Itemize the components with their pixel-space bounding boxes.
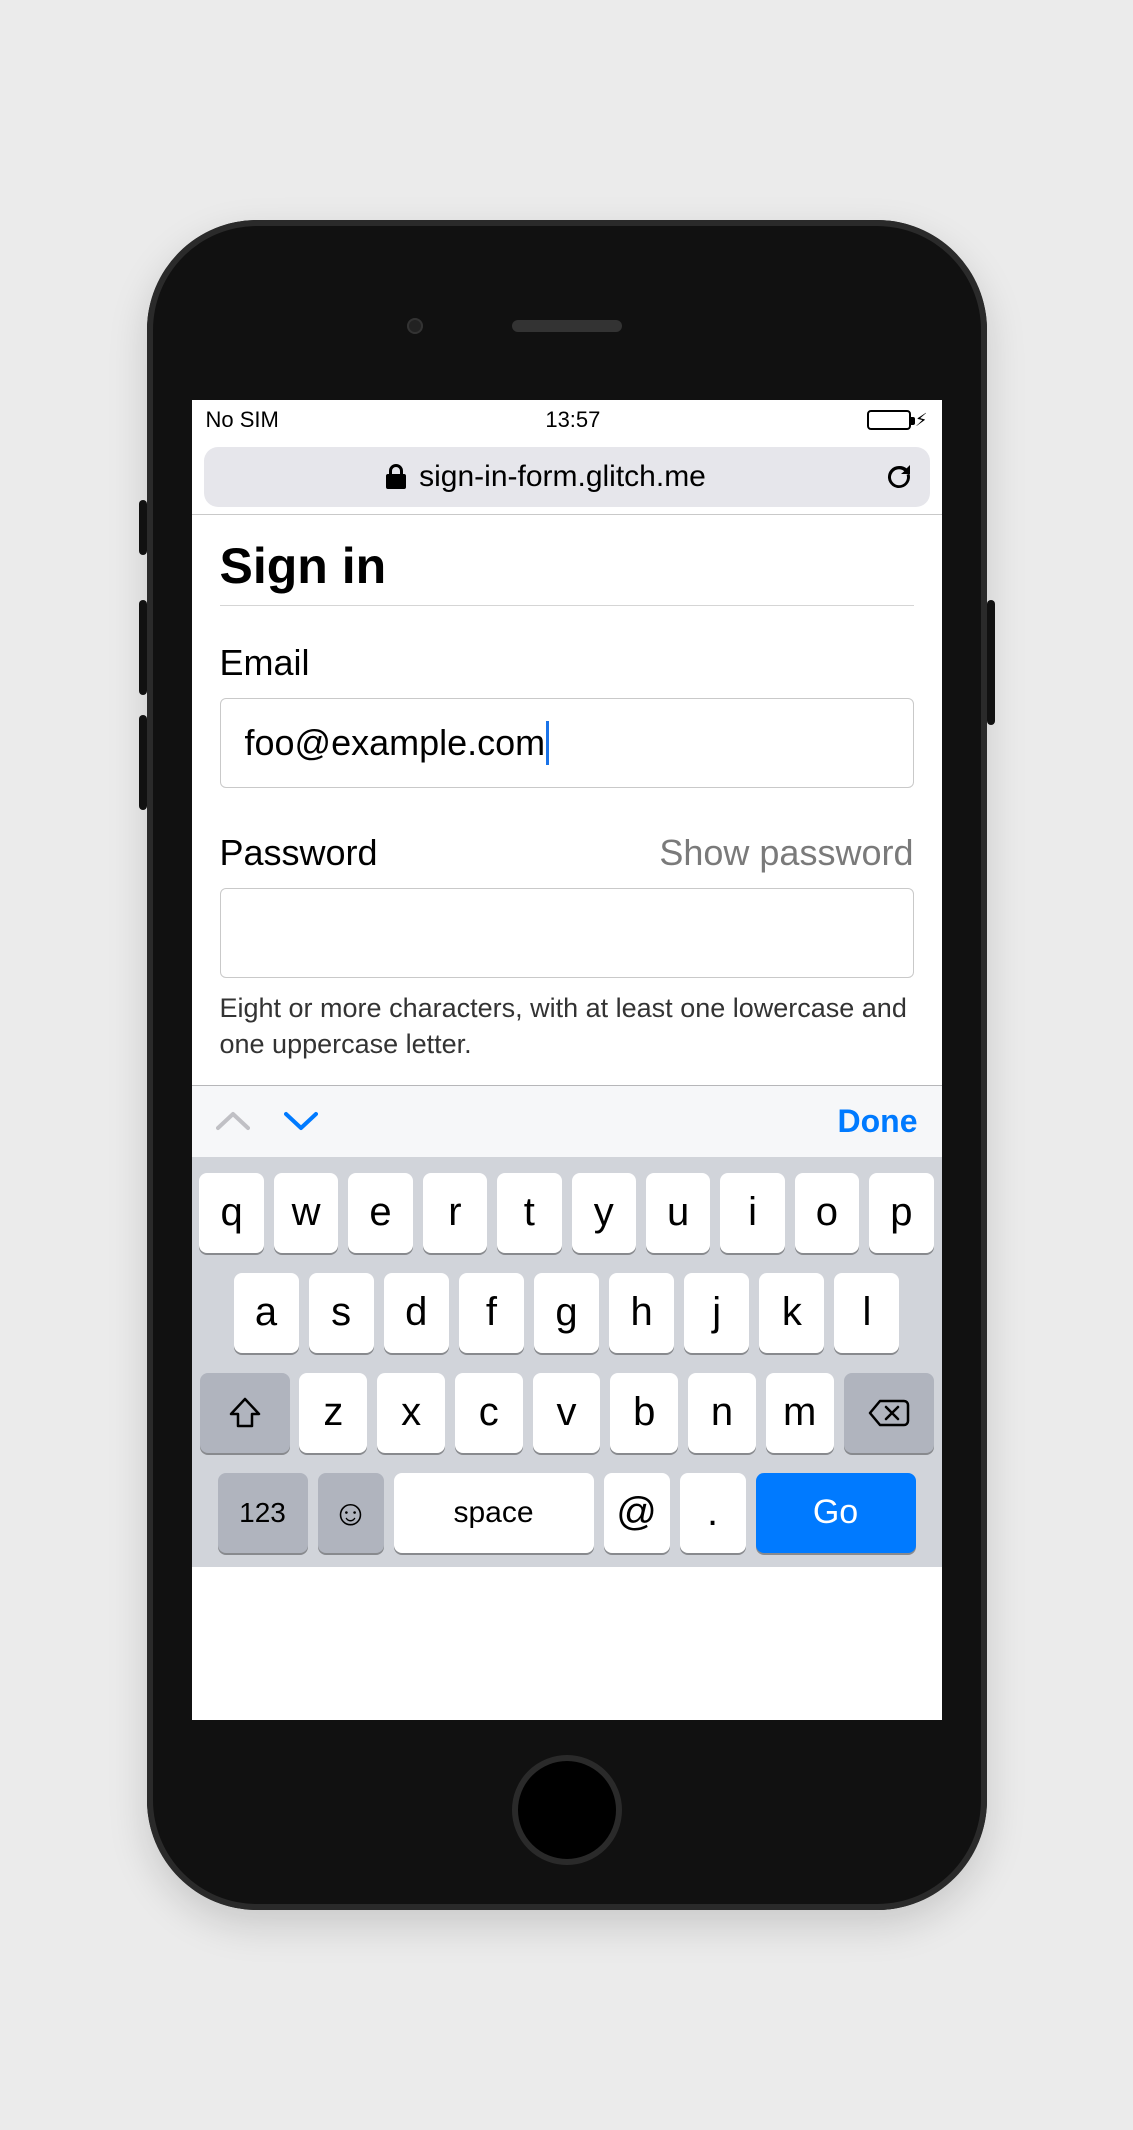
volume-down-button <box>139 715 147 810</box>
url-text: sign-in-form.glitch.me <box>419 460 706 494</box>
key-o[interactable]: o <box>795 1173 859 1253</box>
key-j[interactable]: j <box>684 1273 749 1353</box>
page-title: Sign in <box>220 537 914 606</box>
key-t[interactable]: t <box>497 1173 561 1253</box>
key-e[interactable]: e <box>348 1173 412 1253</box>
key-u[interactable]: u <box>646 1173 710 1253</box>
key-v[interactable]: v <box>533 1373 601 1453</box>
numeric-mode-key[interactable]: 123 <box>218 1473 308 1553</box>
key-d[interactable]: d <box>384 1273 449 1353</box>
battery-indicator: ⚡︎ <box>867 410 928 431</box>
key-c[interactable]: c <box>455 1373 523 1453</box>
prev-field-chevron-icon <box>216 1110 250 1132</box>
on-screen-keyboard: qwertyuiop asdfghjkl zxcvbnm 123 ☺ <box>192 1157 942 1567</box>
key-k[interactable]: k <box>759 1273 824 1353</box>
dot-key[interactable]: . <box>680 1473 746 1553</box>
shift-icon <box>228 1396 262 1430</box>
key-w[interactable]: w <box>274 1173 338 1253</box>
backspace-key[interactable] <box>844 1373 934 1453</box>
shift-key[interactable] <box>200 1373 290 1453</box>
key-h[interactable]: h <box>609 1273 674 1353</box>
key-g[interactable]: g <box>534 1273 599 1353</box>
charging-icon: ⚡︎ <box>915 410 928 431</box>
power-button <box>987 600 995 725</box>
email-field[interactable]: foo@example.com <box>220 698 914 788</box>
key-p[interactable]: p <box>869 1173 933 1253</box>
key-l[interactable]: l <box>834 1273 899 1353</box>
phone-speaker <box>512 320 622 332</box>
backspace-icon <box>868 1398 910 1428</box>
status-bar: No SIM 13:57 ⚡︎ <box>192 400 942 440</box>
reload-icon[interactable] <box>884 462 914 492</box>
carrier-label: No SIM <box>206 407 279 433</box>
password-helper-text: Eight or more characters, with at least … <box>220 990 914 1063</box>
text-caret <box>546 721 549 765</box>
key-q[interactable]: q <box>199 1173 263 1253</box>
key-s[interactable]: s <box>309 1273 374 1353</box>
emoji-key[interactable]: ☺ <box>318 1473 384 1553</box>
silence-switch <box>139 500 147 555</box>
go-key[interactable]: Go <box>756 1473 916 1553</box>
address-bar[interactable]: sign-in-form.glitch.me <box>204 447 930 507</box>
volume-up-button <box>139 600 147 695</box>
page-content: Sign in Email foo@example.com Password S… <box>192 515 942 1063</box>
key-a[interactable]: a <box>234 1273 299 1353</box>
email-label: Email <box>220 642 914 684</box>
clock: 13:57 <box>545 407 600 433</box>
screen: No SIM 13:57 ⚡︎ sign-in-form.glitch.me <box>192 400 942 1720</box>
space-key[interactable]: space <box>394 1473 594 1553</box>
key-z[interactable]: z <box>299 1373 367 1453</box>
password-label: Password <box>220 832 378 874</box>
phone-frame: No SIM 13:57 ⚡︎ sign-in-form.glitch.me <box>147 220 987 1910</box>
key-f[interactable]: f <box>459 1273 524 1353</box>
password-field[interactable] <box>220 888 914 978</box>
next-field-chevron-icon[interactable] <box>284 1110 318 1132</box>
key-y[interactable]: y <box>572 1173 636 1253</box>
key-n[interactable]: n <box>688 1373 756 1453</box>
key-i[interactable]: i <box>720 1173 784 1253</box>
emoji-icon: ☺ <box>332 1492 369 1534</box>
key-m[interactable]: m <box>766 1373 834 1453</box>
home-button[interactable] <box>512 1755 622 1865</box>
at-key[interactable]: @ <box>604 1473 670 1553</box>
browser-toolbar: sign-in-form.glitch.me <box>192 440 942 515</box>
key-r[interactable]: r <box>423 1173 487 1253</box>
key-x[interactable]: x <box>377 1373 445 1453</box>
lock-icon <box>385 464 407 490</box>
keyboard-accessory-bar: Done <box>192 1085 942 1157</box>
phone-camera <box>407 318 423 334</box>
show-password-toggle[interactable]: Show password <box>659 832 913 874</box>
battery-icon <box>867 410 911 430</box>
keyboard-done-button[interactable]: Done <box>838 1103 918 1140</box>
key-b[interactable]: b <box>610 1373 678 1453</box>
email-value: foo@example.com <box>245 722 546 764</box>
